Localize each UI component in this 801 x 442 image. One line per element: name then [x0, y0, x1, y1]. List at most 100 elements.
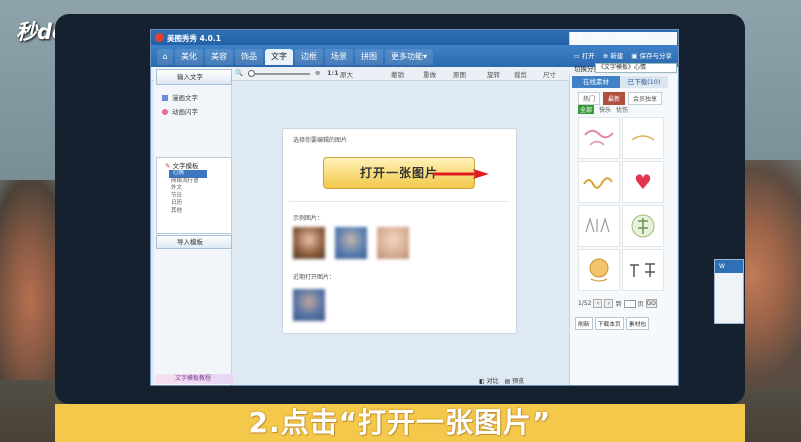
next-page-button[interactable]: › [604, 299, 614, 308]
tab-home[interactable]: ⌂ [157, 49, 173, 65]
download-page-button[interactable]: 下载本页 [594, 317, 624, 330]
ratio-button[interactable]: 1:1 [327, 69, 339, 77]
resize-button[interactable]: 尺寸 [543, 69, 556, 79]
material-pack-button[interactable]: 素材包 [625, 317, 650, 330]
subtab-newest[interactable]: 最新 [603, 92, 626, 105]
status-actions: ◧ 对比 ▤ 预览 [479, 376, 524, 385]
undo-button[interactable]: 撤销 [391, 69, 404, 79]
filter-happy[interactable]: 快乐 [599, 105, 611, 114]
filter-all[interactable]: 全部 [578, 105, 595, 114]
caption-text: 2.点击“打开一张图片” [248, 406, 552, 439]
page-input[interactable] [623, 299, 636, 308]
material-happy-cloud[interactable] [578, 249, 620, 291]
happy-cloud-art [589, 258, 609, 282]
rotate-button[interactable]: 旋转 [487, 69, 500, 79]
template-item-other[interactable]: 其他 [157, 208, 231, 216]
prev-page-button[interactable]: ‹ [593, 299, 603, 308]
material-heart-balloon[interactable]: ♥ [622, 161, 664, 203]
preview-label: 预览 [512, 378, 525, 385]
material-actions: 刷新 下载本页 素材包 [575, 317, 650, 330]
sample-thumb-3[interactable] [377, 227, 409, 259]
template-tree: ✎ 文字模板 心情 网络流行语 外文 节日 日历 其他 [156, 157, 232, 234]
heart-icon [162, 109, 168, 115]
pager: 1/52 ‹ › 到 页 GO [578, 299, 657, 308]
handwriting-art [583, 177, 613, 189]
page-indicator: 1/52 [578, 300, 592, 307]
filter-sad[interactable]: 忧伤 [616, 105, 628, 114]
tab-decoration[interactable]: 饰品 [235, 49, 263, 65]
template-item-mood[interactable]: 心情 [169, 170, 207, 178]
save-share-button[interactable]: ▣ 保存与分享 [631, 50, 672, 60]
happy-art [631, 135, 655, 141]
material-handwriting[interactable] [578, 161, 620, 203]
rich-text-item[interactable]: 漫画文字 [162, 92, 198, 102]
sample-thumb-2[interactable] [335, 227, 367, 259]
template-tutorial-link[interactable]: 文字模板教程 [155, 374, 233, 384]
material-good-dream[interactable] [622, 249, 664, 291]
material-party-girl[interactable] [578, 117, 620, 159]
crop-button[interactable]: 裁剪 [514, 69, 527, 79]
original-size-button[interactable]: 原大 [340, 69, 353, 79]
sample-label: 示例图片： [293, 215, 324, 222]
reset-button[interactable]: 原图 [453, 69, 466, 79]
divider [289, 201, 510, 202]
template-item-slang[interactable]: 网络流行语 [157, 178, 231, 186]
template-item-foreign[interactable]: 外文 [157, 185, 231, 193]
subtab-hot[interactable]: 热门 [578, 92, 601, 105]
go-button[interactable]: GO [645, 299, 657, 308]
zoom-slider-knob[interactable] [248, 70, 255, 77]
comic-text-icon [162, 95, 168, 101]
red-arrow-icon [433, 169, 489, 179]
zoom-in-icon[interactable]: ⊕ [315, 69, 320, 77]
good-dream-art [630, 263, 655, 277]
material-feeling[interactable] [578, 205, 620, 247]
subtab-vip[interactable]: 会员独享 [628, 92, 663, 105]
material-summer[interactable] [622, 205, 664, 247]
tab-downloaded[interactable]: 已下载(10) [620, 76, 668, 88]
recent-thumb-1[interactable] [293, 289, 325, 321]
import-template-button[interactable]: 导入模板 [156, 235, 232, 249]
contrast-icon: ◧ [479, 378, 487, 385]
template-label: 文字模板 [172, 162, 199, 170]
template-icon: ✎ [165, 162, 173, 170]
new-button[interactable]: ⊕ 新建 [603, 50, 624, 60]
tab-online-material[interactable]: 在线素材 [572, 76, 620, 88]
app-icon [155, 33, 164, 42]
sample-thumb-1[interactable] [293, 227, 325, 259]
template-item-holiday[interactable]: 节日 [157, 193, 231, 201]
template-item-calendar[interactable]: 日历 [157, 200, 231, 208]
tab-border[interactable]: 边框 [295, 49, 323, 65]
title-bar: 美图秀秀 4.0.1 登录 ? ⊡ — ☐ ✕ [151, 30, 678, 342]
animated-text-label: 动画闪字 [172, 108, 198, 116]
input-text-button[interactable]: 输入文字 [156, 69, 232, 85]
tab-scene[interactable]: 场景 [325, 49, 353, 65]
redo-button[interactable]: 重做 [423, 69, 436, 79]
background-window: W [714, 259, 744, 324]
caption-banner: 2.点击“打开一张图片” [55, 404, 745, 442]
preview-button[interactable]: ▤ 预览 [505, 376, 525, 385]
new-label: 新建 [610, 52, 624, 60]
feeling-art [585, 216, 610, 233]
filter-tabs: 全部 快乐 忧伤 [578, 105, 628, 114]
zoom-slider[interactable] [248, 70, 310, 77]
contrast-button[interactable]: ◧ 对比 [479, 376, 499, 385]
summer-art [631, 214, 655, 238]
tab-beautify[interactable]: 美化 [175, 49, 203, 65]
save-icon: ▣ [631, 52, 640, 60]
animated-text-item[interactable]: 动画闪字 [162, 106, 198, 116]
tab-more[interactable]: 更多功能▾ [385, 49, 434, 65]
meitu-app-window: 美图秀秀 4.0.1 登录 ? ⊡ — ☐ ✕ ⌂ 美化 美容 饰品 文字 边框… [150, 29, 679, 386]
tab-collage[interactable]: 拼图 [355, 49, 383, 65]
tab-text[interactable]: 文字 [265, 49, 293, 65]
template-header[interactable]: ✎ 文字模板 [157, 158, 231, 170]
material-happy-small[interactable] [622, 117, 664, 159]
save-label: 保存与分享 [639, 52, 673, 60]
category-select[interactable]: 《文字模板》心情 [595, 63, 677, 73]
refresh-button[interactable]: 刷新 [575, 317, 593, 330]
left-panel: 输入文字 漫画文字 动画闪字 ✎ 文字模板 心情 网络流行语 外文 节日 日历 … [154, 68, 232, 385]
open-button[interactable]: ▭ 打开 [574, 50, 595, 60]
material-tabs: 在线素材 已下载(10) [572, 76, 668, 88]
zoom-icon: 🔍 [235, 69, 244, 77]
window-title: 美图秀秀 4.0.1 [167, 34, 221, 43]
tab-beauty[interactable]: 美容 [205, 49, 233, 65]
